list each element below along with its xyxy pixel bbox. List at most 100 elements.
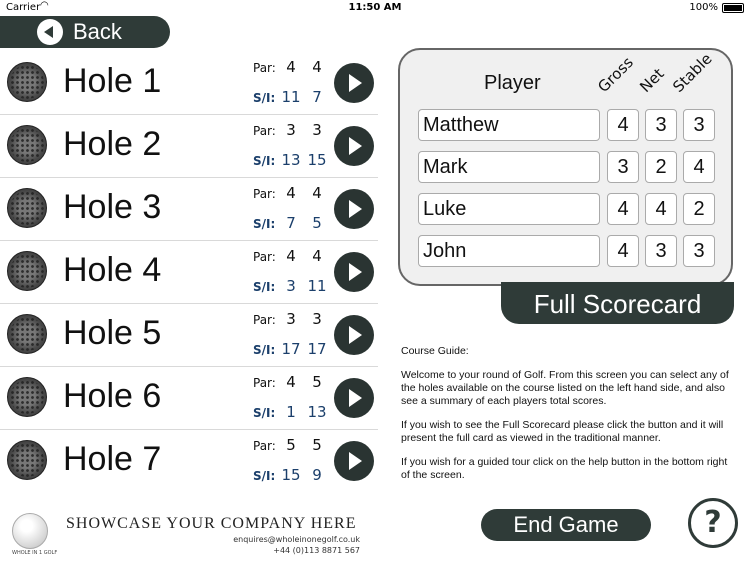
stable-score: 3 (683, 109, 715, 141)
si-label: S/I: (253, 343, 276, 357)
net-score: 3 (645, 235, 677, 267)
stable-score: 4 (683, 151, 715, 183)
golf-ball-icon (7, 440, 47, 480)
hole-name: Hole 3 (63, 188, 162, 226)
gross-header: Gross (594, 53, 637, 96)
hole-name: Hole 5 (63, 314, 162, 352)
net-header: Net (636, 64, 668, 96)
course-guide: Course Guide: Welcome to your round of G… (401, 345, 731, 493)
golf-ball-icon (7, 251, 47, 291)
si-value: 17 (307, 340, 327, 358)
si-value: 11 (281, 88, 301, 106)
sponsor-phone[interactable]: +44 (0)113 8871 567 (273, 546, 360, 555)
par-value: 4 (286, 247, 296, 265)
par-label: Par: (253, 313, 276, 327)
open-hole-button[interactable] (334, 63, 374, 103)
hole-name: Hole 2 (63, 125, 162, 163)
logo-text: WHOLE IN 1 GOLF (12, 550, 58, 556)
si-value: 11 (307, 277, 327, 295)
help-button[interactable]: ? (688, 498, 738, 548)
si-label: S/I: (253, 154, 276, 168)
hole-row[interactable]: Hole 3 Par: 4 4 S/I: 7 5 (0, 178, 378, 241)
par-label: Par: (253, 124, 276, 138)
si-label: S/I: (253, 280, 276, 294)
golf-ball-icon (7, 314, 47, 354)
hole-row[interactable]: Hole 4 Par: 4 4 S/I: 3 11 (0, 241, 378, 304)
back-button[interactable]: Back (0, 16, 170, 48)
net-score: 3 (645, 109, 677, 141)
open-hole-button[interactable] (334, 441, 374, 481)
par-label: Par: (253, 187, 276, 201)
par-value: 3 (312, 121, 322, 139)
golf-logo-icon (12, 513, 48, 549)
hole-row[interactable]: Hole 7 Par: 5 5 S/I: 15 9 (0, 430, 378, 492)
open-hole-button[interactable] (334, 126, 374, 166)
player-header: Player (484, 72, 541, 94)
par-label: Par: (253, 439, 276, 453)
guide-paragraph: If you wish to see the Full Scorecard pl… (401, 419, 724, 444)
hole-name: Hole 7 (63, 440, 162, 478)
stable-score: 2 (683, 193, 715, 225)
showcase-text: SHOWCASE YOUR COMPANY HERE (66, 515, 357, 532)
si-value: 9 (312, 466, 322, 484)
si-label: S/I: (253, 91, 276, 105)
battery-icon (722, 3, 744, 13)
par-value: 4 (312, 247, 322, 265)
si-value: 13 (281, 151, 301, 169)
si-value: 7 (312, 88, 322, 106)
stable-score: 3 (683, 235, 715, 267)
hole-name: Hole 4 (63, 251, 162, 289)
par-value: 3 (286, 310, 296, 328)
hole-name: Hole 6 (63, 377, 162, 415)
player-name-field[interactable]: Mark (418, 151, 600, 183)
score-summary-card: Player Gross Net Stable Matthew 4 3 3 Ma… (398, 48, 733, 286)
hole-list[interactable]: Hole 1 Par: 4 4 S/I: 11 7 Hole 2 Par: 3 … (0, 52, 378, 492)
player-name-field[interactable]: Matthew (418, 109, 600, 141)
stable-header: Stable (669, 49, 716, 96)
par-value: 4 (312, 58, 322, 76)
open-hole-button[interactable] (334, 378, 374, 418)
par-value: 3 (286, 121, 296, 139)
full-scorecard-button[interactable]: Full Scorecard (501, 282, 734, 324)
back-arrow-icon (37, 19, 63, 45)
guide-title: Course Guide: (401, 345, 469, 357)
gross-score: 3 (607, 151, 639, 183)
si-value: 3 (286, 277, 296, 295)
golf-ball-icon (7, 125, 47, 165)
golf-ball-icon (7, 188, 47, 228)
par-value: 4 (286, 184, 296, 202)
si-value: 15 (281, 466, 301, 484)
open-hole-button[interactable] (334, 315, 374, 355)
player-name-field[interactable]: Luke (418, 193, 600, 225)
si-label: S/I: (253, 469, 276, 483)
si-value: 5 (312, 214, 322, 232)
par-value: 4 (286, 58, 296, 76)
si-value: 17 (281, 340, 301, 358)
par-value: 5 (312, 373, 322, 391)
hole-row[interactable]: Hole 1 Par: 4 4 S/I: 11 7 (0, 52, 378, 115)
hole-row[interactable]: Hole 2 Par: 3 3 S/I: 13 15 (0, 115, 378, 178)
sponsor-email[interactable]: enquires@wholeinonegolf.co.uk (233, 535, 360, 544)
par-value: 3 (312, 310, 322, 328)
net-score: 2 (645, 151, 677, 183)
par-value: 4 (286, 373, 296, 391)
si-value: 15 (307, 151, 327, 169)
gross-score: 4 (607, 193, 639, 225)
gross-score: 4 (607, 109, 639, 141)
par-label: Par: (253, 250, 276, 264)
par-value: 5 (286, 436, 296, 454)
si-value: 13 (307, 403, 327, 421)
clock: 11:50 AM (348, 2, 402, 13)
si-label: S/I: (253, 217, 276, 231)
hole-row[interactable]: Hole 5 Par: 3 3 S/I: 17 17 (0, 304, 378, 367)
par-label: Par: (253, 376, 276, 390)
end-game-button[interactable]: End Game (481, 509, 651, 541)
par-value: 5 (312, 436, 322, 454)
open-hole-button[interactable] (334, 189, 374, 229)
open-hole-button[interactable] (334, 252, 374, 292)
hole-row[interactable]: Hole 6 Par: 4 5 S/I: 1 13 (0, 367, 378, 430)
player-name-field[interactable]: John (418, 235, 600, 267)
golf-ball-icon (7, 377, 47, 417)
gross-score: 4 (607, 235, 639, 267)
battery-percent: 100% (689, 2, 718, 13)
